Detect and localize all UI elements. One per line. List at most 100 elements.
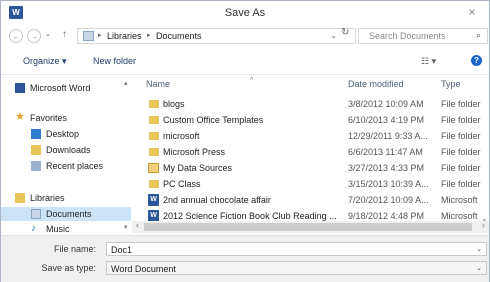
view-options-icon[interactable]: ☷ ▾ bbox=[421, 56, 436, 67]
word-document-icon: W bbox=[148, 194, 159, 206]
list-item[interactable]: W 2nd annual chocolate affair 7/20/2012 … bbox=[132, 192, 489, 208]
file-list-scrollbar[interactable]: ⌄ bbox=[481, 75, 489, 223]
save-options-panel: File name: Doc1 ⌄ Save as type: Word Doc… bbox=[1, 235, 489, 282]
address-bar: ← → ⌄ ↑ ▸ Libraries ▸ Documents ⌄ ↻ Sear… bbox=[1, 25, 489, 47]
nav-item-label: Libraries bbox=[30, 193, 65, 203]
libraries-icon bbox=[15, 193, 25, 203]
nav-item-label: Recent places bbox=[46, 161, 104, 171]
help-icon[interactable]: ? bbox=[471, 55, 482, 66]
chevron-down-icon[interactable]: ⌄ bbox=[476, 245, 482, 253]
nav-item-recent-places[interactable]: Recent places bbox=[1, 159, 131, 173]
horizontal-scrollbar[interactable]: ‹ › bbox=[132, 220, 489, 233]
file-name: 2nd annual chocolate affair bbox=[163, 195, 271, 205]
recent-places-icon bbox=[31, 161, 41, 171]
save-as-dialog: W Save As × ← → ⌄ ↑ ▸ Libraries ▸ Docume… bbox=[0, 0, 490, 282]
nav-item-label: Microsoft Word bbox=[30, 83, 91, 93]
list-item[interactable]: microsoft 12/29/2011 9:33 A... File fold… bbox=[132, 128, 489, 144]
nav-item-documents[interactable]: Documents bbox=[1, 207, 131, 221]
file-name: Custom Office Templates bbox=[163, 115, 264, 125]
file-date: 3/15/2013 10:39 A... bbox=[348, 179, 429, 189]
recent-locations-dropdown[interactable]: ⌄ bbox=[45, 30, 51, 38]
title-bar: W Save As × bbox=[1, 1, 489, 25]
file-date: 6/10/2013 4:19 PM bbox=[348, 115, 425, 125]
column-header-date[interactable]: Date modified bbox=[348, 79, 404, 89]
up-button[interactable]: ↑ bbox=[62, 29, 67, 40]
list-item[interactable]: My Data Sources 3/27/2013 4:33 PM File f… bbox=[132, 160, 489, 176]
nav-item-label: Music bbox=[46, 224, 70, 234]
column-header-name[interactable]: Name ^ bbox=[146, 77, 253, 89]
savetype-select[interactable]: Word Document ⌄ bbox=[106, 261, 487, 275]
folder-icon bbox=[149, 132, 159, 140]
nav-item-label: Desktop bbox=[46, 129, 80, 139]
organize-label: Organize bbox=[23, 56, 60, 66]
nav-item-downloads[interactable]: Downloads bbox=[1, 143, 131, 157]
search-placeholder: Search Documents bbox=[369, 31, 446, 41]
list-item[interactable]: PC Class 3/15/2013 10:39 A... File folde… bbox=[132, 176, 489, 192]
scroll-up-icon[interactable]: ▴ bbox=[124, 79, 128, 87]
back-button[interactable]: ← bbox=[9, 29, 23, 43]
column-header-name-label: Name bbox=[146, 79, 171, 89]
nav-scrollbar[interactable]: ▴ ▾ bbox=[124, 75, 131, 235]
star-icon: ★ bbox=[15, 111, 25, 123]
path-box[interactable]: ▸ Libraries ▸ Documents ⌄ bbox=[77, 28, 356, 44]
data-source-icon bbox=[148, 163, 159, 173]
desktop-icon bbox=[31, 129, 41, 139]
file-name: 2012 Science Fiction Book Club Reading .… bbox=[163, 211, 337, 221]
libraries-icon bbox=[83, 31, 94, 41]
filename-label: File name: bbox=[53, 244, 96, 254]
chevron-down-icon[interactable]: ⌄ bbox=[476, 264, 482, 272]
filename-value: Doc1 bbox=[111, 245, 133, 255]
file-name: blogs bbox=[163, 99, 185, 109]
folder-icon bbox=[149, 148, 159, 156]
breadcrumb-separator: ▸ bbox=[147, 32, 151, 39]
documents-icon bbox=[31, 209, 41, 219]
savetype-value: Word Document bbox=[111, 264, 176, 274]
nav-item-label: Documents bbox=[46, 209, 92, 219]
breadcrumb-separator: ▸ bbox=[98, 32, 102, 39]
organize-button[interactable]: Organize ▾ bbox=[23, 56, 67, 67]
downloads-icon bbox=[31, 145, 41, 155]
file-type: Microsoft bbox=[441, 211, 478, 221]
nav-item-music[interactable]: ♪ Music bbox=[1, 222, 131, 236]
filename-input[interactable]: Doc1 ⌄ bbox=[106, 242, 487, 256]
refresh-icon[interactable]: ↻ bbox=[341, 27, 349, 38]
scroll-right-icon[interactable]: › bbox=[482, 220, 485, 230]
column-header-type[interactable]: Type bbox=[441, 79, 461, 89]
file-date: 3/8/2012 10:09 AM bbox=[348, 99, 424, 109]
folder-icon bbox=[149, 116, 159, 124]
close-button[interactable]: × bbox=[461, 4, 483, 20]
breadcrumb-libraries[interactable]: Libraries bbox=[107, 31, 142, 41]
nav-item-libraries[interactable]: Libraries bbox=[1, 191, 131, 205]
folder-icon bbox=[149, 100, 159, 108]
file-date: 12/29/2011 9:33 A... bbox=[348, 131, 428, 141]
music-icon: ♪ bbox=[31, 223, 36, 234]
file-name: microsoft bbox=[163, 131, 200, 141]
scroll-down-icon[interactable]: ▾ bbox=[124, 223, 128, 231]
file-name: My Data Sources bbox=[163, 163, 233, 173]
search-icon: ⌕ bbox=[475, 30, 481, 40]
scroll-left-icon[interactable]: ‹ bbox=[136, 220, 139, 230]
nav-item-desktop[interactable]: Desktop bbox=[1, 127, 131, 141]
list-item[interactable]: Custom Office Templates 6/10/2013 4:19 P… bbox=[132, 112, 489, 128]
file-list: Name ^ Date modified Type blogs 3/8/2012 … bbox=[132, 75, 489, 235]
scroll-thumb[interactable] bbox=[144, 223, 472, 231]
folder-icon bbox=[149, 180, 159, 188]
list-item[interactable]: Microsoft Press 6/6/2013 11:47 AM File f… bbox=[132, 144, 489, 160]
word-icon bbox=[15, 83, 25, 93]
file-name: Microsoft Press bbox=[163, 147, 226, 157]
nav-item-favorites[interactable]: ★ Favorites bbox=[1, 111, 131, 125]
new-folder-button[interactable]: New folder bbox=[93, 56, 136, 66]
file-date: 9/18/2012 4:48 PM bbox=[348, 211, 425, 221]
search-input[interactable]: Search Documents ⌕ bbox=[358, 28, 488, 44]
dialog-title: Save As bbox=[224, 7, 266, 19]
file-date: 6/6/2013 11:47 AM bbox=[348, 147, 423, 157]
file-date: 7/20/2012 10:09 A... bbox=[348, 195, 429, 205]
list-item[interactable]: blogs 3/8/2012 10:09 AM File folder bbox=[132, 96, 489, 112]
forward-button[interactable]: → bbox=[27, 29, 41, 43]
nav-item-microsoft-word[interactable]: Microsoft Word bbox=[1, 81, 131, 95]
nav-item-label: Favorites bbox=[30, 113, 68, 123]
breadcrumb-documents[interactable]: Documents bbox=[156, 31, 202, 41]
close-icon: × bbox=[468, 5, 476, 19]
command-toolbar: Organize ▾ New folder ☷ ▾ ? bbox=[1, 48, 489, 75]
chevron-down-icon[interactable]: ⌄ bbox=[330, 31, 337, 40]
